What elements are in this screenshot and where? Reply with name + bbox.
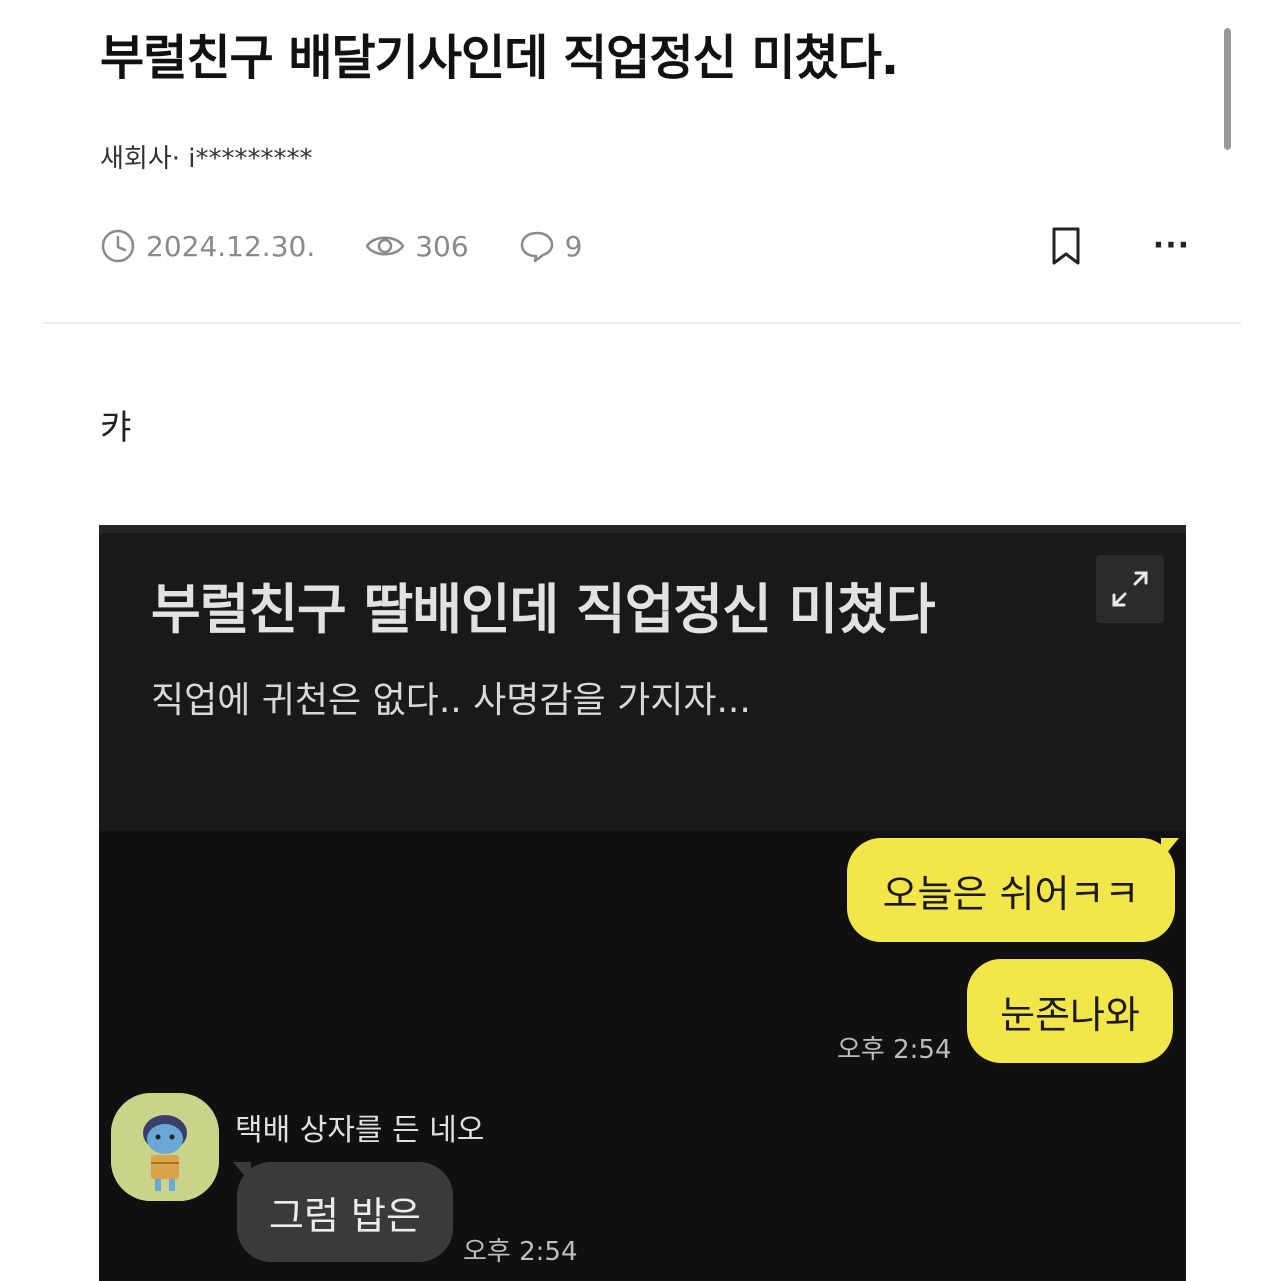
post-comments[interactable]: 9 [519,228,583,264]
embed-subtitle: 직업에 귀천은 없다.. 사명감을 가지자... [151,680,751,721]
eye-icon [365,236,405,256]
scrollbar[interactable] [1224,28,1231,150]
chat-timestamp: 오후 2:54 [837,1035,952,1065]
post-title: 부럴친구 배달기사인데 직업정신 미쳤다. [100,30,899,86]
bookmark-button[interactable] [1049,226,1083,266]
chat-timestamp: 오후 2:54 [463,1237,578,1267]
post-date: 2024.12.30. [100,228,315,264]
avatar [111,1093,219,1201]
expand-icon [1112,571,1148,607]
chat-bubble-mine: 오늘은 쉬어ㅋㅋ [847,838,1175,942]
post-views: 306 [365,228,469,264]
post-body-text: 캬 [100,408,132,448]
clock-icon [101,229,135,263]
views-count: 306 [415,229,469,263]
embedded-image[interactable]: 부럴친구 딸배인데 직업정신 미쳤다 직업에 귀천은 없다.. 사명감을 가지자… [99,525,1186,1281]
chat-bubble-mine: 눈존나와 [967,959,1173,1063]
embed-header: 부럴친구 딸배인데 직업정신 미쳤다 직업에 귀천은 없다.. 사명감을 가지자… [99,525,1186,831]
post-actions: ··· [1049,222,1190,270]
more-icon: ··· [1152,228,1190,263]
header-divider [43,322,1241,324]
more-button[interactable]: ··· [1153,231,1190,261]
comment-icon [520,231,553,263]
comments-count: 9 [564,229,583,263]
sender-name: 택배 상자를 든 네오 [235,1113,485,1148]
date-text: 2024.12.30. [146,229,316,263]
author-info[interactable]: 새회사· i********* [100,138,313,175]
bookmark-icon [1052,227,1080,265]
embed-title: 부럴친구 딸배인데 직업정신 미쳤다 [151,578,936,641]
post-meta-row: 2024.12.30. 306 9 ··· [100,222,1190,270]
chat-bubble-other: 그럼 밥은 [237,1162,453,1262]
expand-button[interactable] [1096,555,1164,623]
neo-character-icon [111,1093,219,1201]
